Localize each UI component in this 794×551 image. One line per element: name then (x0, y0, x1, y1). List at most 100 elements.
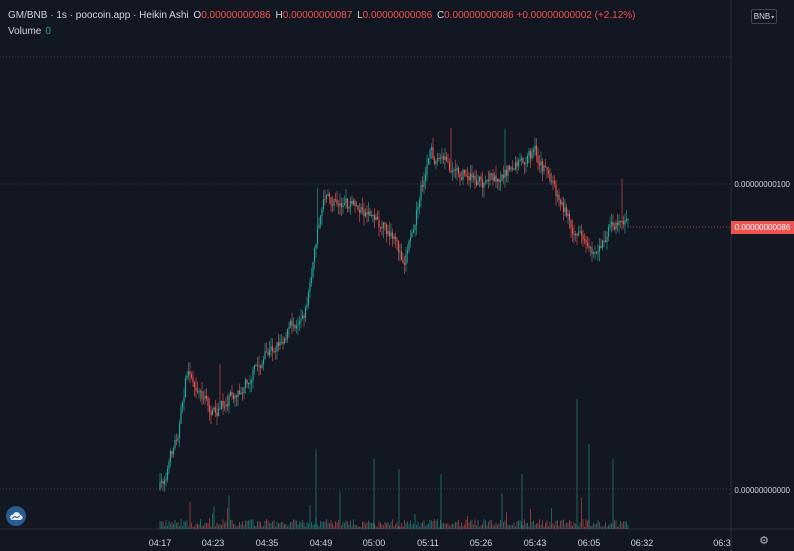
candle-body (258, 365, 260, 367)
candle-body (600, 245, 602, 248)
volume-bar (326, 519, 327, 529)
volume-bar (408, 524, 410, 529)
volume-bar (386, 523, 387, 529)
volume-bar (243, 525, 245, 529)
volume-bar (321, 522, 323, 529)
volume-bar (516, 521, 518, 529)
volume-bar (270, 523, 272, 529)
volume-bar (329, 523, 330, 529)
volume-bar (582, 519, 584, 529)
candle-body (478, 176, 481, 182)
volume-bar (438, 526, 440, 529)
candle-body (219, 408, 221, 410)
volume-bar (530, 508, 531, 529)
candle-body (327, 193, 329, 196)
candle-body (169, 451, 172, 462)
symbol-info[interactable]: GM/BNB · 1s · poocoin.app · Heikin Ashi (8, 10, 189, 21)
candle-body (300, 318, 302, 322)
volume-bar (375, 526, 377, 529)
price-chart[interactable] (0, 0, 794, 551)
volume-bar (554, 525, 555, 529)
high-key: H (275, 10, 283, 21)
volume-legend[interactable]: Volume 0 (8, 26, 51, 37)
candle-body (210, 411, 212, 416)
candle-body (505, 169, 508, 176)
candle-body (435, 160, 437, 165)
candle-body (453, 169, 455, 172)
candle-body (163, 480, 166, 484)
candle-body (526, 155, 529, 164)
candle-body (475, 180, 478, 186)
candle-body (349, 200, 352, 207)
volume-bar (573, 522, 575, 529)
candle-body (418, 200, 421, 207)
volume-bar (555, 520, 557, 529)
candle-body (468, 176, 470, 181)
volume-bar (548, 526, 549, 529)
volume-bar (476, 525, 477, 529)
candle-body (256, 365, 259, 367)
volume-bar (180, 519, 182, 529)
candle-body (340, 203, 343, 208)
volume-bar (396, 521, 398, 529)
candle-body (619, 220, 622, 222)
volume-value: 0 (45, 26, 51, 37)
low-value: 0.00000000086 (362, 10, 433, 21)
candle-body (535, 145, 538, 156)
candle-body (597, 251, 599, 254)
volume-bar (531, 521, 533, 529)
candle-body (388, 231, 391, 237)
candle-body (283, 338, 286, 344)
volume-bar (500, 519, 501, 529)
candle-body (523, 162, 526, 165)
volume-bar (248, 520, 249, 529)
candle-body (313, 248, 316, 263)
candle-body (232, 395, 235, 399)
volume-bar (164, 526, 165, 529)
volume-bar (564, 524, 566, 529)
volume-bar (324, 521, 326, 529)
candle-body (447, 161, 449, 163)
volume-bar (605, 522, 606, 529)
volume-bar (384, 522, 386, 529)
time-axis-label: 06:3 (713, 538, 731, 548)
volume-bar (233, 523, 234, 529)
candle-body (322, 199, 325, 209)
volume-bar (366, 522, 368, 529)
cloud-logo-icon[interactable] (6, 506, 26, 526)
candle-body (583, 239, 586, 241)
volume-bar (428, 523, 429, 529)
volume-bar (245, 520, 246, 529)
volume-bar (464, 524, 465, 529)
volume-bar (537, 523, 539, 529)
volume-bar (249, 520, 251, 529)
volume-bar (579, 522, 581, 529)
candle-body (285, 338, 287, 340)
volume-bar (510, 525, 512, 529)
candle-body (591, 247, 593, 254)
volume-bar (171, 521, 173, 529)
volume-spike (440, 474, 442, 529)
currency-button[interactable]: BNB▾ (751, 9, 777, 24)
candle-body (579, 231, 581, 233)
volume-bar (609, 523, 611, 529)
volume-bar (495, 522, 497, 529)
candle-body (444, 156, 446, 160)
volume-bar (422, 522, 423, 529)
candle-body (243, 387, 245, 394)
volume-bar (549, 522, 551, 529)
volume-bar (342, 522, 344, 529)
candle-body (609, 224, 611, 228)
volume-bar (431, 520, 432, 529)
chart-container[interactable]: GM/BNB · 1s · poocoin.app · Heikin Ashi … (0, 0, 794, 551)
candle-body (292, 324, 295, 326)
gear-icon[interactable]: ⚙ (758, 535, 770, 547)
volume-bar (444, 523, 446, 529)
volume-bar (258, 521, 260, 529)
candle-body (538, 162, 541, 166)
candle-body (474, 175, 476, 181)
volume-bar (176, 522, 177, 529)
candle-body (345, 198, 347, 204)
candle-body (438, 158, 440, 160)
candle-body (456, 167, 458, 171)
